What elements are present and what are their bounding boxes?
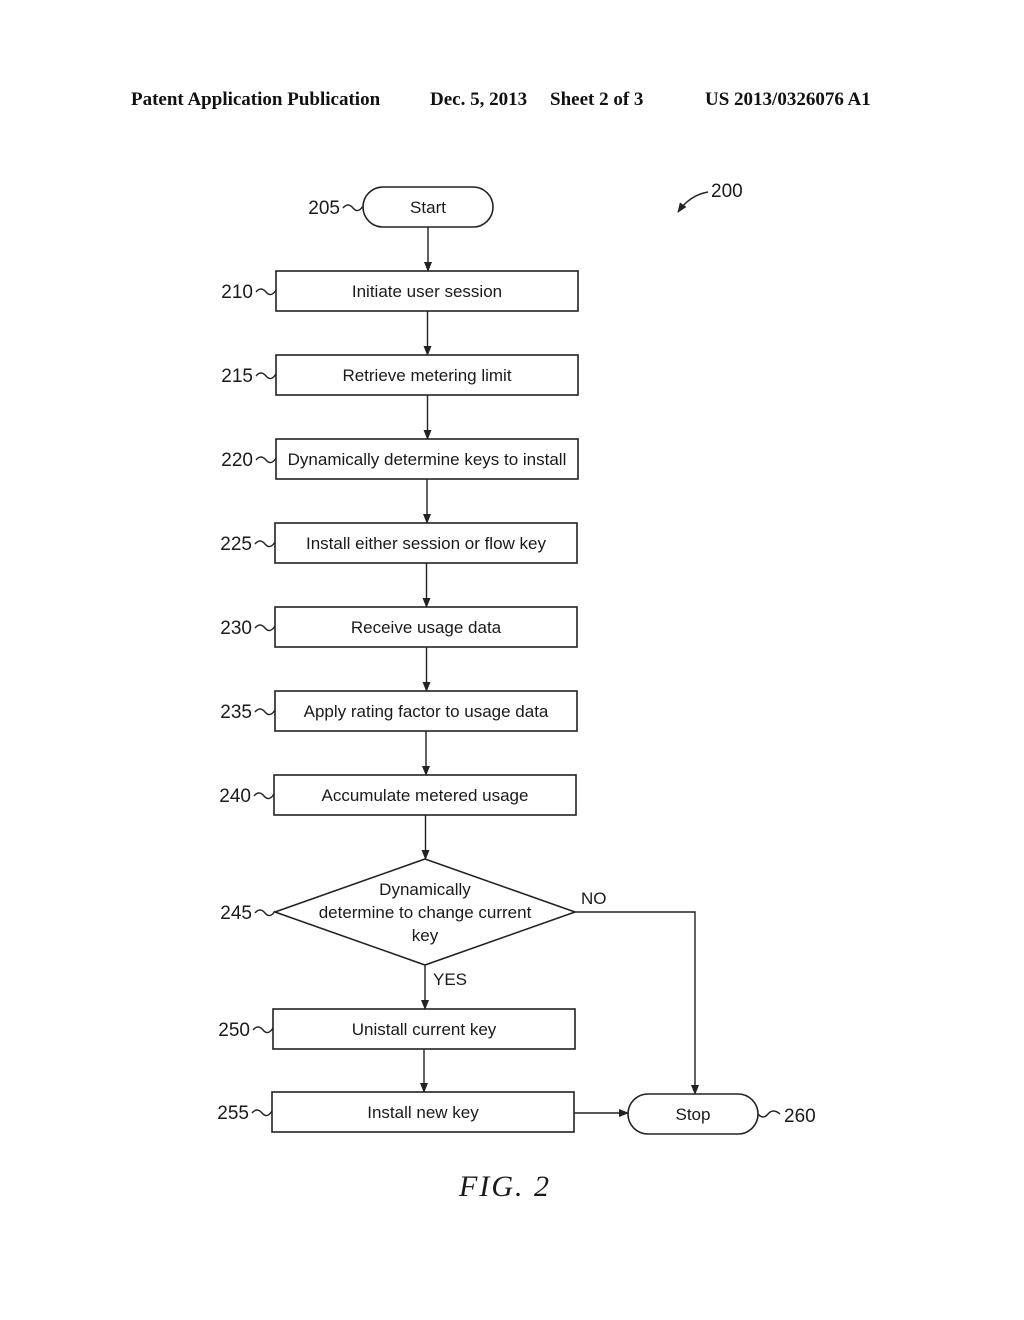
node-label: Initiate user session: [352, 282, 502, 301]
flow-node-225: Install either session or flow key 225: [220, 522, 578, 564]
reference-leader: [254, 540, 276, 548]
reference-number: 235: [220, 702, 252, 723]
flow-node-205: Start 205: [308, 186, 494, 228]
reference-number: 225: [220, 534, 252, 555]
node-label: Stop: [676, 1105, 711, 1124]
reference-leader: [254, 708, 276, 716]
reference-number: 205: [308, 198, 340, 219]
reference-number: 230: [220, 618, 252, 639]
reference-leader: [254, 624, 276, 632]
node-label: Dynamically determine keys to install: [288, 450, 567, 469]
node-label: Receive usage data: [351, 618, 502, 637]
flow-node-255: Install new key 255: [217, 1091, 575, 1133]
flow-node-250: Unistall current key 250: [218, 1008, 576, 1050]
node-label-line: Dynamically: [379, 880, 471, 899]
reference-number: 240: [219, 786, 251, 807]
reference-number: 250: [218, 1020, 250, 1041]
reference-number: 215: [221, 366, 253, 387]
figure-reference: 200: [677, 181, 743, 213]
reference-number: 245: [220, 903, 252, 924]
node-label: Apply rating factor to usage data: [304, 702, 549, 721]
node-label: Install either session or flow key: [306, 534, 546, 553]
figure-reference-arrow: [677, 191, 709, 213]
reference-leader: [255, 288, 277, 296]
connector-arrow: [575, 911, 699, 1095]
flow-node-215: Retrieve metering limit 215: [221, 354, 579, 396]
flow-edge-245-260: NO: [575, 889, 699, 1095]
reference-number: 220: [221, 450, 253, 471]
node-label: Accumulate metered usage: [322, 786, 529, 805]
node-label: Unistall current key: [352, 1020, 497, 1039]
edge-label-yes: YES: [433, 970, 467, 989]
reference-number: 260: [784, 1106, 816, 1127]
flow-node-210: Initiate user session 210: [221, 270, 579, 312]
flow-node-245: Dynamically determine to change current ke…: [220, 858, 578, 966]
reference-leader: [252, 1026, 274, 1034]
node-label: Retrieve metering limit: [342, 366, 511, 385]
reference-leader: [342, 204, 364, 212]
flow-node-220: Dynamically determine keys to install 220: [221, 438, 579, 480]
flow-node-240: Accumulate metered usage 240: [219, 774, 577, 816]
flow-node-260: Stop 260: [627, 1093, 816, 1135]
node-label-line: key: [412, 926, 439, 945]
reference-leader: [255, 372, 277, 380]
flow-node-235: Apply rating factor to usage data 235: [220, 690, 578, 732]
reference-leader: [757, 1110, 781, 1118]
flowchart: 200 Start 205 Initiate user session 210 Retr…: [217, 181, 816, 1203]
reference-number: 210: [221, 282, 253, 303]
reference-leader: [255, 456, 277, 464]
figure-label: FIG. 2: [458, 1170, 551, 1203]
node-label: Start: [410, 198, 446, 217]
reference-leader: [251, 1109, 273, 1117]
flow-edge-245-250: YES: [421, 965, 467, 1010]
flow-node-230: Receive usage data 230: [220, 606, 578, 648]
reference-number: 255: [217, 1103, 249, 1124]
reference-leader: [254, 909, 276, 917]
node-label-line: determine to change current: [319, 903, 532, 922]
figure-reference-number: 200: [711, 181, 743, 202]
edge-label-no: NO: [581, 889, 607, 908]
reference-leader: [253, 792, 275, 800]
node-label: Install new key: [367, 1103, 479, 1122]
